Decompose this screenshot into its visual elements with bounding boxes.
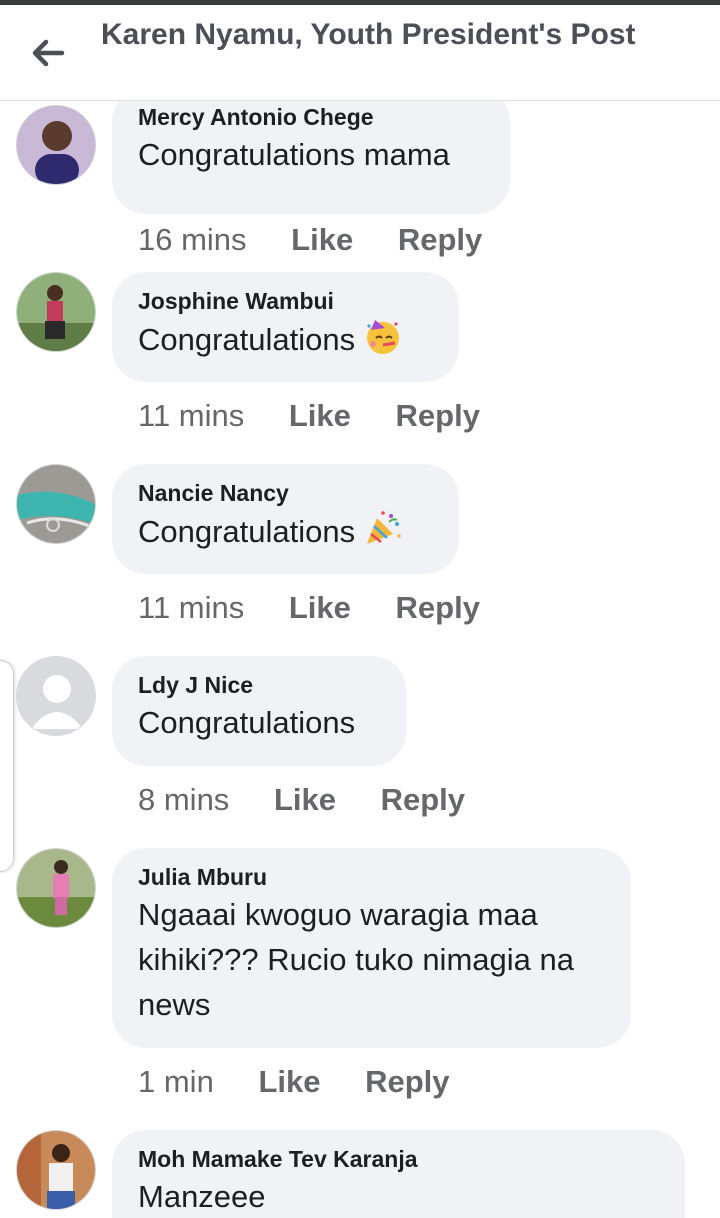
back-button[interactable]: [26, 31, 70, 75]
comment-bubble[interactable]: Nancie Nancy Congratulations: [112, 464, 459, 574]
comment-time[interactable]: 11 mins: [138, 590, 244, 626]
page-title: Karen Nyamu, Youth President's Post: [101, 18, 636, 51]
profile-photo: [17, 273, 95, 351]
like-button[interactable]: Like: [289, 590, 351, 626]
like-button[interactable]: Like: [291, 222, 353, 258]
profile-photo: [17, 465, 95, 543]
comment-author[interactable]: Moh Mamake Tev Karanja: [138, 1144, 659, 1174]
comment-text-line: news: [138, 987, 211, 1022]
like-button[interactable]: Like: [258, 1064, 320, 1100]
comment-bubble[interactable]: Julia Mburu Ngaaai kwoguo waragia maa ki…: [112, 848, 631, 1048]
avatar[interactable]: [16, 272, 96, 352]
reply-button[interactable]: Reply: [365, 1064, 449, 1100]
comment-bubble[interactable]: Mercy Antonio Chege Congratulations mama: [112, 101, 510, 214]
avatar[interactable]: [16, 1130, 96, 1210]
comment-time[interactable]: 8 mins: [138, 782, 229, 818]
comment-author[interactable]: Ldy J Nice: [138, 670, 380, 700]
comment-author[interactable]: Nancie Nancy: [138, 478, 433, 508]
comment-time[interactable]: 16 mins: [138, 222, 247, 258]
comment-time[interactable]: 11 mins: [138, 398, 244, 434]
comment-time[interactable]: 1 min: [138, 1064, 214, 1100]
comment-bubble[interactable]: Ldy J Nice Congratulations: [112, 656, 406, 766]
comment-text: Congratulations mama: [138, 137, 450, 172]
avatar[interactable]: [16, 105, 96, 185]
comment-bubble[interactable]: Josphine Wambui Congratulations: [112, 272, 459, 382]
comment-author[interactable]: Mercy Antonio Chege: [138, 102, 484, 132]
comment-actions: 1 min Like Reply: [138, 1064, 450, 1100]
like-button[interactable]: Like: [274, 782, 336, 818]
profile-photo: [17, 106, 95, 184]
comment-text: Manzeee: [138, 1179, 266, 1214]
default-avatar-icon: [17, 657, 95, 735]
comment-author[interactable]: Julia Mburu: [138, 862, 605, 892]
like-button[interactable]: Like: [289, 398, 351, 434]
reply-button[interactable]: Reply: [398, 222, 482, 258]
reply-button[interactable]: Reply: [396, 398, 480, 434]
avatar[interactable]: [16, 848, 96, 928]
comment-text: Ngaaai kwoguo waragia maa kihiki??? Ruci…: [138, 892, 605, 1027]
profile-photo: [17, 1131, 95, 1209]
comment-actions: 8 mins Like Reply: [138, 782, 465, 818]
comment-actions: 11 mins Like Reply: [138, 398, 480, 434]
avatar[interactable]: [16, 464, 96, 544]
comment-text-line: Ngaaai kwoguo waragia maa: [138, 897, 538, 932]
comment-text: Congratulations: [138, 322, 356, 358]
comments-feed[interactable]: Mercy Antonio Chege Congratulations mama…: [0, 101, 720, 1218]
avatar[interactable]: [16, 656, 96, 736]
comment-text: Congratulations: [138, 514, 356, 550]
comment-bubble[interactable]: Moh Mamake Tev Karanja Manzeee: [112, 1130, 685, 1218]
comment-author[interactable]: Josphine Wambui: [138, 286, 433, 316]
partying-face-icon: [363, 316, 403, 368]
comment-actions: 11 mins Like Reply: [138, 590, 480, 626]
comment-actions: 16 mins Like Reply: [138, 222, 482, 258]
reply-button[interactable]: Reply: [381, 782, 465, 818]
top-header: Karen Nyamu, Youth President's Post: [0, 5, 720, 101]
reply-button[interactable]: Reply: [396, 590, 480, 626]
profile-photo: [17, 849, 95, 927]
comment-text: Congratulations: [138, 705, 356, 740]
arrow-left-icon: [32, 39, 65, 67]
comment-text-line: kihiki??? Rucio tuko nimagia na: [138, 942, 574, 977]
party-popper-icon: [363, 508, 403, 560]
